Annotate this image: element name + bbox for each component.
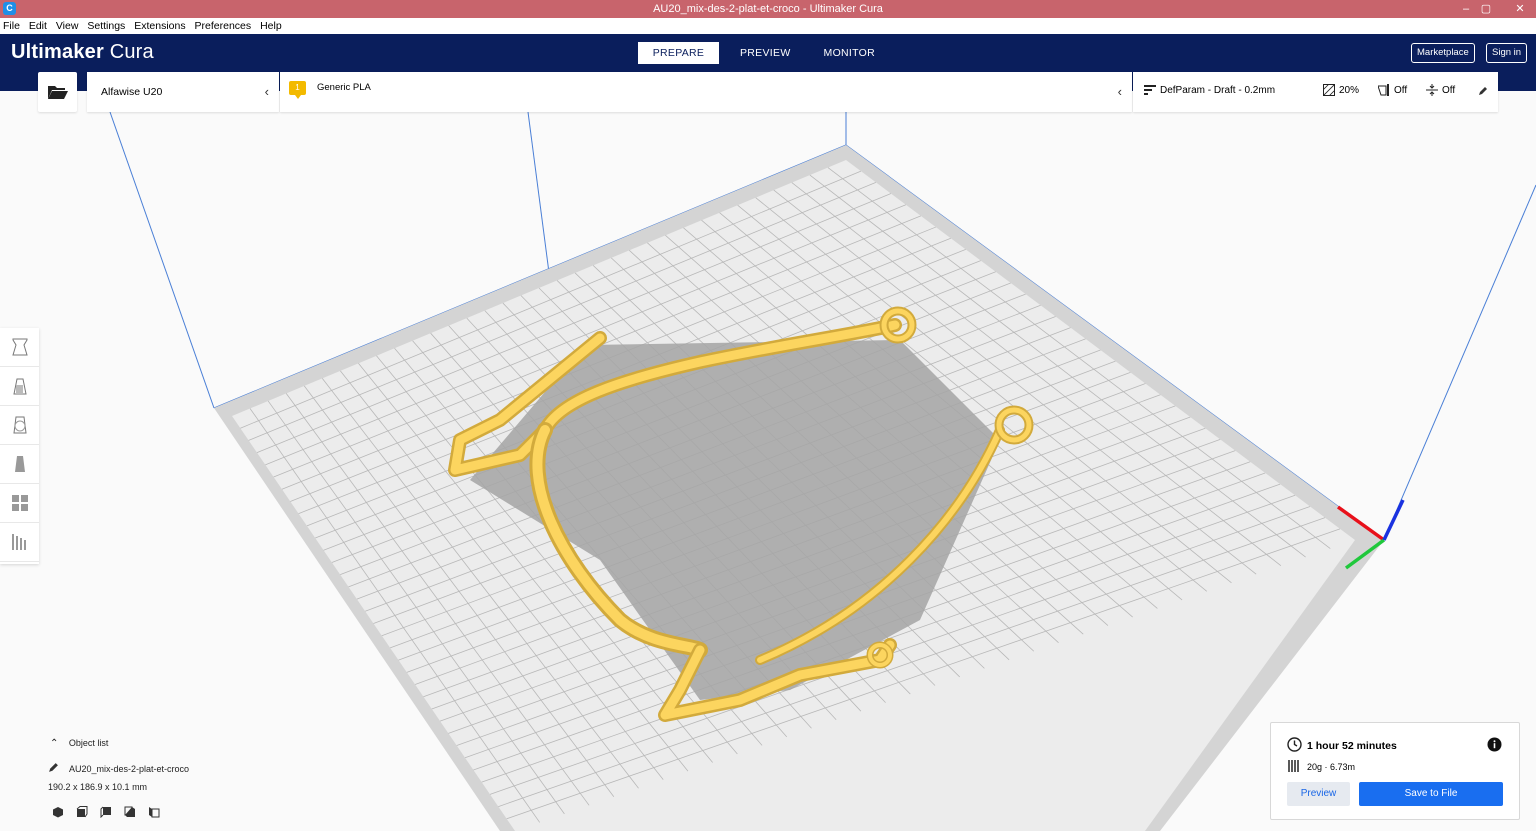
preview-button[interactable]: Preview [1287, 782, 1350, 806]
support-blocker-icon [11, 534, 26, 550]
material-name: Generic PLA [317, 82, 371, 93]
object-name: AU20_mix-des-2-plat-et-croco [69, 764, 190, 774]
3d-view-icon[interactable] [52, 806, 64, 818]
tab-prepare[interactable]: PREPARE [638, 42, 719, 64]
print-settings-selector[interactable]: DefParam - Draft - 0.2mm 20% Off Off [1133, 72, 1498, 112]
infill-icon [1323, 84, 1335, 96]
clock-icon [1287, 737, 1302, 752]
edit-pencil-icon [49, 763, 58, 772]
per-model-settings-tool-button[interactable] [0, 484, 39, 523]
logo-light-text: Cura [103, 41, 154, 63]
object-dimensions: 190.2 x 186.9 x 10.1 mm [48, 782, 148, 792]
cura-app-icon: C [3, 2, 16, 15]
chevron-up-icon: ⌃ [50, 738, 59, 749]
menu-settings[interactable]: Settings [87, 18, 125, 34]
rotate-tool-button[interactable] [0, 406, 39, 445]
view-orientation-controls [52, 806, 160, 818]
info-icon[interactable] [1487, 737, 1502, 752]
sign-in-button[interactable]: Sign in [1486, 43, 1528, 63]
ultimaker-cura-logo: Ultimaker Cura [11, 41, 154, 64]
folder-open-icon [47, 86, 68, 99]
top-view-icon[interactable] [100, 806, 112, 818]
support-icon [1378, 84, 1389, 96]
menu-bar: File Edit View Settings Extensions Prefe… [0, 18, 1536, 34]
menu-help[interactable]: Help [260, 18, 282, 34]
tool-panel [0, 328, 39, 564]
menu-extensions[interactable]: Extensions [134, 18, 185, 34]
marketplace-button[interactable]: Marketplace [1411, 43, 1475, 63]
maximize-button[interactable]: ▢ [1474, 0, 1498, 18]
3d-viewport[interactable] [0, 0, 1536, 831]
menu-edit[interactable]: Edit [29, 18, 47, 34]
move-icon [11, 338, 28, 356]
mirror-tool-button[interactable] [0, 445, 39, 484]
profile-setting: DefParam - Draft - 0.2mm [1144, 84, 1275, 96]
per-model-settings-icon [11, 495, 28, 511]
profile-icon [1144, 85, 1156, 95]
print-time: 1 hour 52 minutes [1307, 740, 1397, 752]
left-view-icon[interactable] [124, 806, 136, 818]
close-button[interactable]: ✕ [1508, 0, 1532, 18]
print-summary-panel: 1 hour 52 minutes 20g · 6.73m Preview Sa… [1270, 722, 1520, 820]
right-view-icon[interactable] [148, 806, 160, 818]
infill-value: 20% [1339, 84, 1360, 96]
support-blocker-tool-button[interactable] [0, 523, 39, 562]
extruder-badge: 1 [289, 81, 306, 99]
tab-preview[interactable]: PREVIEW [728, 42, 803, 64]
profile-name: DefParam - Draft - 0.2mm [1160, 84, 1276, 96]
printer-selector[interactable]: Alfawise U20 ‹ [87, 72, 279, 112]
chevron-left-icon: ‹ [264, 84, 269, 99]
support-setting: Off [1378, 84, 1407, 96]
save-to-file-button[interactable]: Save to File [1359, 782, 1503, 806]
printer-name: Alfawise U20 [101, 86, 163, 98]
front-view-icon[interactable] [76, 806, 88, 818]
scale-tool-button[interactable] [0, 367, 39, 406]
edit-pencil-icon [1479, 87, 1487, 95]
scale-icon [12, 378, 27, 395]
cura-window: C AU20_mix-des-2-plat-et-croco - Ultimak… [0, 0, 1536, 831]
object-list-toggle[interactable]: ⌃ Object list [50, 738, 108, 749]
open-file-button[interactable] [38, 72, 77, 112]
material-usage: 20g · 6.73m [1307, 762, 1356, 772]
object-name-row[interactable]: AU20_mix-des-2-plat-et-croco [48, 762, 189, 774]
stage-tabs: PREPARE PREVIEW MONITOR [638, 42, 896, 64]
logo-bold-text: Ultimaker [11, 41, 104, 63]
rotate-icon [12, 416, 27, 434]
adhesion-value: Off [1442, 84, 1456, 96]
support-value: Off [1394, 84, 1408, 96]
move-tool-button[interactable] [0, 328, 39, 367]
filament-spool-icon [1288, 760, 1299, 772]
adhesion-setting: Off [1426, 84, 1455, 96]
material-selector[interactable]: 1 Generic PLA ‹ [280, 72, 1132, 112]
adhesion-icon [1426, 84, 1438, 96]
menu-preferences[interactable]: Preferences [195, 18, 252, 34]
menu-file[interactable]: File [3, 18, 20, 34]
mirror-icon [14, 456, 25, 472]
menu-view[interactable]: View [56, 18, 79, 34]
object-list-header: Object list [68, 738, 109, 748]
infill-setting: 20% [1323, 84, 1359, 96]
tab-monitor[interactable]: MONITOR [812, 42, 888, 64]
window-title: AU20_mix-des-2-plat-et-croco - Ultimaker… [653, 3, 883, 15]
window-title-bar: C AU20_mix-des-2-plat-et-croco - Ultimak… [0, 0, 1536, 18]
chevron-left-icon: ‹ [1117, 84, 1122, 99]
